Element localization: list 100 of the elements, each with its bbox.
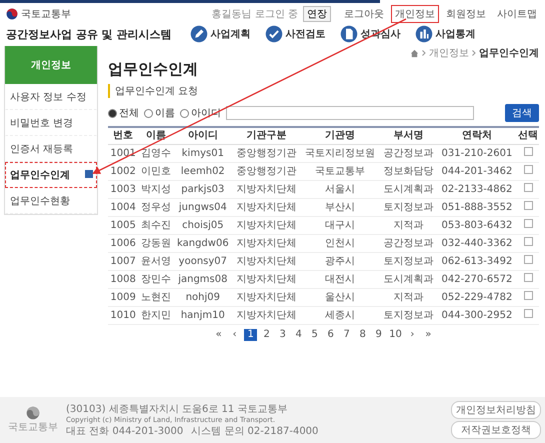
column-header: 기관명 bbox=[300, 128, 380, 144]
table-cell: 1004 bbox=[108, 198, 138, 216]
table-cell: 지방자치단체 bbox=[232, 270, 301, 288]
table-cell: 토지정보과 bbox=[380, 252, 437, 270]
page-number[interactable]: 10 bbox=[388, 329, 403, 341]
search-field[interactable] bbox=[226, 106, 474, 120]
table-cell: 한지민 bbox=[138, 306, 174, 324]
ministry-name: 국토교통부 bbox=[21, 8, 71, 21]
table-cell: 044-300-2952 bbox=[436, 306, 517, 324]
table-cell: 인천시 bbox=[300, 234, 380, 252]
table-cell: 지방자치단체 bbox=[232, 216, 301, 234]
table-cell: 1009 bbox=[108, 288, 138, 306]
page-number[interactable]: 8 bbox=[356, 329, 370, 341]
table-cell: 031-210-2601 bbox=[436, 144, 517, 162]
table-cell: 이민호 bbox=[138, 162, 174, 180]
table-cell: 02-2133-4862 bbox=[436, 180, 517, 198]
pencil-icon bbox=[190, 25, 208, 43]
checkbox[interactable] bbox=[524, 165, 532, 174]
sidebar-item[interactable]: 업무인수인계 bbox=[5, 162, 97, 188]
checkbox[interactable] bbox=[524, 291, 532, 300]
page-title: 업무인수인계 bbox=[108, 60, 199, 79]
address-text: (30103) 세종특별자치시 도움6로 11 국토교통부 bbox=[66, 403, 288, 416]
table-cell: 지방자치단체 bbox=[232, 306, 301, 324]
nav-item[interactable]: 사업통계 bbox=[414, 25, 476, 43]
table-cell: 1001 bbox=[108, 144, 138, 162]
checkbox[interactable] bbox=[524, 201, 532, 210]
footer-button[interactable]: 개인정보처리방침 bbox=[451, 401, 541, 419]
table-cell: 박지성 bbox=[138, 180, 174, 198]
top-link[interactable]: 개인정보 bbox=[391, 5, 439, 23]
table-cell: 051-888-3552 bbox=[436, 198, 517, 216]
table-cell: kangdw06 bbox=[173, 234, 232, 252]
nav-item[interactable]: 사업계획 bbox=[190, 25, 250, 43]
home-icon[interactable] bbox=[410, 48, 419, 58]
table-cell: 042-270-6572 bbox=[436, 270, 517, 288]
radio-option[interactable]: 전체 bbox=[108, 106, 139, 120]
table-cell: jangms08 bbox=[173, 270, 232, 288]
checkbox[interactable] bbox=[524, 147, 532, 156]
table-cell: 윤서영 bbox=[138, 252, 174, 270]
page-number[interactable]: 1 bbox=[244, 329, 258, 341]
table-cell: 강동원 bbox=[138, 234, 174, 252]
table-cell: 지방자치단체 bbox=[232, 180, 301, 198]
nav-item[interactable]: 사전검토 bbox=[264, 25, 326, 43]
table-cell: 지적과 bbox=[380, 288, 437, 306]
table-cell: 032-440-3362 bbox=[436, 234, 517, 252]
column-header: 기관구분 bbox=[232, 128, 301, 144]
column-header: 아이디 bbox=[173, 128, 232, 144]
extend-button[interactable]: 연장 bbox=[303, 6, 331, 22]
table-cell: 053-803-6432 bbox=[436, 216, 517, 234]
table-cell: 정우성 bbox=[138, 198, 174, 216]
previous-page-button[interactable]: ‹ bbox=[228, 329, 242, 341]
top-link[interactable]: 회원정보 bbox=[442, 5, 490, 23]
last-page-button[interactable]: » bbox=[422, 329, 435, 341]
top-link[interactable]: 로그아웃 bbox=[340, 5, 388, 23]
sidebar-item[interactable]: 인증서 재등록 bbox=[5, 136, 97, 162]
chevron-icon bbox=[422, 50, 426, 56]
system-title[interactable]: 공간정보사업 공유 및 관리시스템 bbox=[6, 26, 172, 42]
page-number[interactable]: 7 bbox=[340, 329, 354, 341]
table-cell: 대구시 bbox=[300, 216, 380, 234]
table-cell: 서울시 bbox=[300, 180, 380, 198]
radio-option[interactable]: 이름 bbox=[144, 106, 175, 120]
table-cell: yoonsy07 bbox=[173, 252, 232, 270]
page-number[interactable]: 5 bbox=[308, 329, 322, 341]
breadcrumb-item[interactable]: 개인정보 bbox=[429, 46, 469, 60]
table-cell: 울산시 bbox=[300, 288, 380, 306]
first-page-button[interactable]: « bbox=[212, 329, 226, 341]
checkbox[interactable] bbox=[524, 219, 532, 228]
sidebar-item[interactable]: 사용자 정보 수정 bbox=[5, 84, 97, 110]
table-cell: 국토지리정보원 bbox=[300, 144, 380, 162]
checkbox[interactable] bbox=[524, 183, 532, 192]
table-cell: jungws04 bbox=[173, 198, 232, 216]
logo-caption: 국토교통부 bbox=[8, 421, 58, 434]
search-button[interactable]: 검색 bbox=[505, 104, 539, 122]
footer-button[interactable]: 저작권보호정책 bbox=[451, 421, 541, 439]
page-number[interactable]: 2 bbox=[260, 329, 274, 341]
table-cell: 김영수 bbox=[138, 144, 174, 162]
chart-icon bbox=[414, 25, 432, 43]
page-number[interactable]: 6 bbox=[324, 329, 338, 341]
table-cell: nohj09 bbox=[173, 288, 232, 306]
checkbox[interactable] bbox=[524, 309, 532, 318]
checkbox[interactable] bbox=[524, 255, 532, 264]
table-cell: 세종시 bbox=[300, 306, 380, 324]
emblem-icon bbox=[6, 8, 18, 20]
table-cell: 1008 bbox=[108, 270, 138, 288]
top-link[interactable]: 사이트맵 bbox=[493, 5, 541, 23]
table-cell: kimys01 bbox=[173, 144, 232, 162]
table-cell: 지방자치단체 bbox=[232, 288, 301, 306]
checkbox[interactable] bbox=[524, 237, 532, 246]
table-cell: 도시계획과 bbox=[380, 180, 437, 198]
table-cell: choisj05 bbox=[173, 216, 232, 234]
next-page-button[interactable]: › bbox=[406, 329, 419, 341]
page-number[interactable]: 3 bbox=[276, 329, 290, 341]
sidebar-item[interactable]: 비밀번호 변경 bbox=[5, 110, 97, 136]
section-title: 업무인수인계 요청 bbox=[108, 84, 539, 98]
page-number[interactable]: 4 bbox=[292, 329, 306, 341]
breadcrumb-item[interactable]: 업무인수인계 bbox=[479, 46, 539, 60]
column-header: 선택 bbox=[517, 128, 539, 144]
checkbox[interactable] bbox=[524, 273, 532, 282]
page-number[interactable]: 9 bbox=[372, 329, 386, 341]
column-header: 번호 bbox=[108, 128, 138, 144]
sidebar-item[interactable]: 업무인수현황 bbox=[5, 188, 97, 214]
